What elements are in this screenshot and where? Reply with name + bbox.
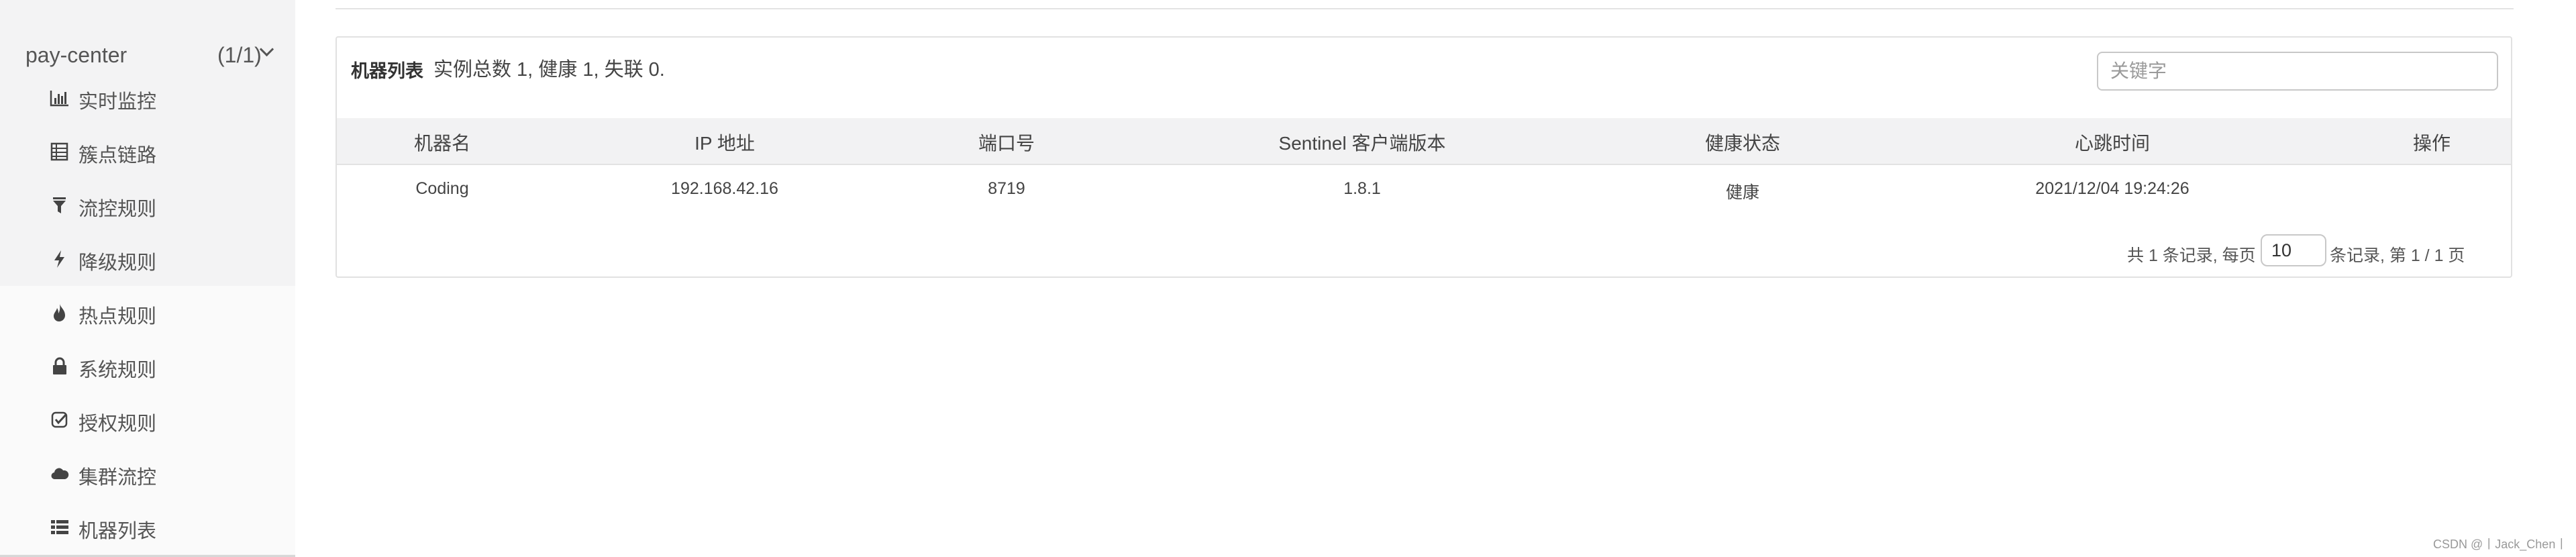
watermark: CSDN @丨Jack_Chen丨 xyxy=(2433,538,2568,551)
sidebar-item-degrade-rules[interactable]: 降级规则 xyxy=(0,232,295,286)
sidebar-item-label: 授权规则 xyxy=(79,413,157,435)
sidebar-item-label: 集群流控 xyxy=(79,467,157,489)
cloud-icon xyxy=(51,468,69,480)
app-name: pay-center xyxy=(25,43,127,67)
col-header-health[interactable]: 健康状态 xyxy=(1705,129,1780,156)
pagination: 共 1 条记录, 每页 条记录, 第 1 / 1 页 xyxy=(337,232,2511,272)
instance-summary: 实例总数 1, 健康 1, 失联 0. xyxy=(433,59,665,81)
fire-icon xyxy=(54,304,65,321)
sidebar-item-auth-rules[interactable]: 授权规则 xyxy=(0,393,295,447)
sidebar-item-realtime-monitor[interactable]: 实时监控 xyxy=(0,71,295,125)
machine-list-panel: 机器列表 实例总数 1, 健康 1, 失联 0. 机器名 IP 地址 端口号 S… xyxy=(336,36,2512,278)
table-row: Coding 192.168.42.16 8719 1.8.1 健康 2021/… xyxy=(337,165,2511,213)
pagination-total: 共 1 条记录, 每页 xyxy=(2127,246,2256,265)
sidebar-item-machine-list[interactable]: 机器列表 xyxy=(0,501,295,554)
table-header: 机器名 IP 地址 端口号 Sentinel 客户端版本 健康状态 心跳时间 操… xyxy=(337,118,2511,165)
col-header-heartbeat[interactable]: 心跳时间 xyxy=(2075,129,2150,156)
sidebar-item-label: 簇点链路 xyxy=(79,145,157,166)
sidebar-item-label: 降级规则 xyxy=(79,252,157,274)
cell-ip: 192.168.42.16 xyxy=(671,179,778,198)
cell-heartbeat: 2021/12/04 19:24:26 xyxy=(2035,179,2189,198)
sidebar-item-cluster-flow[interactable]: 集群流控 xyxy=(0,447,295,501)
table-icon xyxy=(50,142,68,161)
cell-health: 健康 xyxy=(1725,183,1760,202)
panel-title: 机器列表 xyxy=(351,61,423,81)
app-count: (1/1) xyxy=(217,43,262,67)
bar-chart-icon xyxy=(50,91,68,107)
bolt-icon xyxy=(54,250,64,268)
sidebar-item-label: 流控规则 xyxy=(79,199,157,220)
sidebar-item-flow-rules[interactable]: 流控规则 xyxy=(0,179,295,232)
sidebar-item-label: 热点规则 xyxy=(79,306,157,327)
cell-sentinel-version: 1.8.1 xyxy=(1343,179,1381,198)
search-input[interactable] xyxy=(2097,52,2498,91)
pagination-page-info: 条记录, 第 1 / 1 页 xyxy=(2330,246,2465,265)
sidebar: pay-center (1/1) 实时监控 簇点链路 流控规则 降级规则 热点规… xyxy=(0,0,295,557)
cell-port: 8719 xyxy=(988,179,1025,198)
col-header-machine-name[interactable]: 机器名 xyxy=(414,129,470,156)
sidebar-item-cluster-point-link[interactable]: 簇点链路 xyxy=(0,125,295,179)
sidebar-item-label: 系统规则 xyxy=(79,360,157,381)
app-header[interactable]: pay-center (1/1) xyxy=(0,13,295,71)
sidebar-menu: 实时监控 簇点链路 流控规则 降级规则 热点规则 系统规则 授权规则 集群流控 … xyxy=(0,71,295,554)
check-square-icon xyxy=(51,411,68,428)
col-header-sentinel-version[interactable]: Sentinel 客户端版本 xyxy=(1279,129,1446,156)
list-icon xyxy=(51,520,68,534)
col-header-actions: 操作 xyxy=(2412,133,2451,154)
cell-machine-name: Coding xyxy=(415,179,469,198)
lock-icon xyxy=(53,357,66,374)
page-size-input[interactable] xyxy=(2261,234,2326,266)
sidebar-item-label: 机器列表 xyxy=(79,521,157,542)
filter-icon xyxy=(53,197,66,213)
sidebar-item-hotspot-rules[interactable]: 热点规则 xyxy=(0,286,295,340)
sidebar-item-system-rules[interactable]: 系统规则 xyxy=(0,340,295,393)
chevron-down-icon[interactable] xyxy=(259,42,274,57)
col-header-port[interactable]: 端口号 xyxy=(978,129,1035,156)
sidebar-item-label: 实时监控 xyxy=(79,91,157,113)
divider xyxy=(336,8,2514,9)
col-header-ip[interactable]: IP 地址 xyxy=(694,129,755,156)
